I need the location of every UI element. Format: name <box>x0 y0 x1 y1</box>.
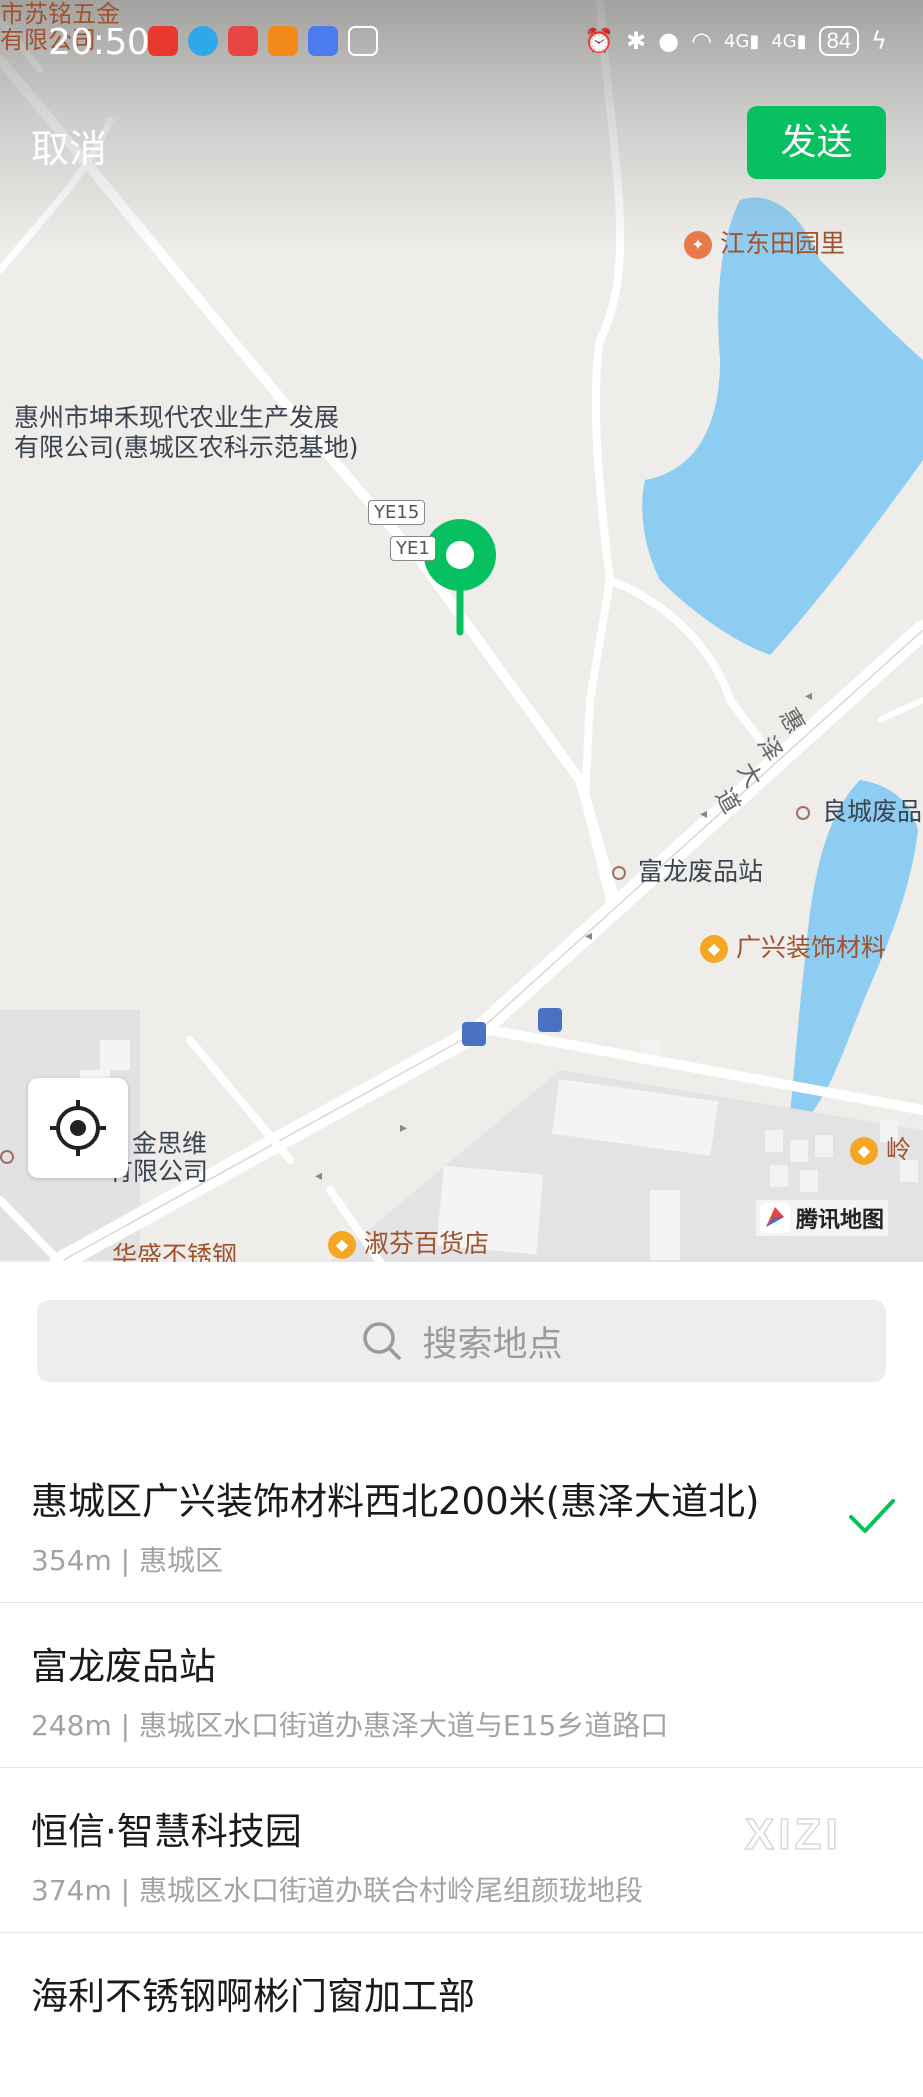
building-4 <box>650 1190 680 1260</box>
result-address: 惠城区水口街道办惠泽大道与E15乡道路口 <box>138 1709 669 1742</box>
map-provider-logo: 腾讯地图 <box>756 1200 889 1236</box>
search-input[interactable]: 搜索地点 <box>37 1300 886 1382</box>
wifi-icon: ◠ <box>691 27 713 55</box>
result-title: 富龙废品站 <box>31 1645 216 1688</box>
restaurant-icon: ✦ <box>684 231 712 259</box>
poi-dot-icon <box>0 1150 14 1164</box>
poi-label: 岭 <box>886 1135 912 1164</box>
redpacket-icon <box>228 26 258 56</box>
map-provider-label: 腾讯地图 <box>796 1208 885 1233</box>
poi-ling[interactable]: ◆ 岭 <box>850 1130 911 1166</box>
poi-jiangdong[interactable]: ✦ 江东田园里 <box>684 224 845 260</box>
dir-arrow: ◂ <box>805 688 812 704</box>
search-placeholder: 搜索地点 <box>422 1324 563 1365</box>
dir-arrow: ◂ <box>315 1168 322 1184</box>
poi-label: 富龙废品站 <box>638 857 764 886</box>
alarm-icon: ⏰ <box>584 27 615 55</box>
result-title: 海利不锈钢啊彬门窗加工部 <box>31 1975 475 2018</box>
dir-arrow: ▸ <box>400 1120 407 1136</box>
map-view[interactable]: ◂ ◂ ◂ ▸ ◂ 市苏铭五金 有限公司 ✦ 江东田园里 惠州市坤禾现代农业生产发… <box>0 0 923 1262</box>
dir-arrow: ◂ <box>700 806 707 822</box>
poi-label: 良城废品 <box>822 797 923 826</box>
result-subtitle: 354m | 惠城区 <box>31 1544 223 1577</box>
poi-shufen[interactable]: ◆ 淑芬百货店 <box>328 1224 489 1260</box>
bluetooth-icon: ✱ <box>626 27 647 55</box>
location-pin-icon <box>424 519 496 636</box>
video-icon <box>268 26 298 56</box>
shop-icon: ◆ <box>700 935 728 963</box>
result-address: 惠城区水口街道办联合村岭尾组颜珑地段 <box>138 1874 643 1907</box>
bus-stop-icon <box>462 1022 486 1046</box>
dir-arrow: ◂ <box>585 928 592 944</box>
poi-kunhe-line2[interactable]: 有限公司(惠城区农科示范基地) <box>14 428 359 464</box>
poi-label: 淑芬百货店 <box>364 1229 490 1258</box>
result-title: 恒信·智慧科技园 <box>31 1810 302 1853</box>
status-bar: 20:50 ⏰ ✱ ● ◠ 4G▮ 4G▮ 84 ϟ <box>0 0 923 90</box>
result-distance: 248m <box>31 1709 112 1742</box>
location-icon: ● <box>658 27 680 55</box>
battery-indicator: 84 <box>818 26 860 56</box>
signal-4g-icon: 4G▮ <box>771 30 807 52</box>
notification-icons <box>148 26 378 56</box>
shopping-cart-icon: ◆ <box>328 1231 356 1259</box>
result-distance: 374m <box>31 1874 112 1907</box>
road-label-ye15: YE1 <box>390 536 436 561</box>
result-subtitle: 248m | 惠城区水口街道办惠泽大道与E15乡道路口 <box>31 1709 669 1742</box>
poi-huasheng[interactable]: 华盛不锈钢 <box>112 1236 237 1262</box>
poi-label: 江东田园里 <box>720 229 846 258</box>
lake-north <box>642 197 923 655</box>
list-item[interactable]: 海利不锈钢啊彬门窗加工部 <box>0 1932 923 2097</box>
search-icon <box>363 1322 402 1360</box>
list-item[interactable]: 惠城区广兴装饰材料西北200米(惠泽大道北) 354m | 惠城区 <box>0 1437 923 1603</box>
result-address: 惠城区 <box>138 1544 223 1577</box>
crosshair-icon <box>50 1100 106 1156</box>
charging-icon: ϟ <box>871 27 887 55</box>
poi-guangxing[interactable]: ◆ 广兴装饰材料 <box>700 928 886 964</box>
bus-stop-icon <box>538 1008 562 1032</box>
status-time: 20:50 <box>48 22 150 63</box>
poi-dot-icon <box>796 806 810 820</box>
result-distance: 354m <box>31 1544 112 1577</box>
music-icon <box>308 26 338 56</box>
watermark: XIZI <box>744 1809 842 1860</box>
poi-dot-icon <box>612 866 626 880</box>
poi-fulong[interactable]: 富龙废品站 <box>612 852 763 888</box>
location-results-sheet: 搜索地点 惠城区广兴装饰材料西北200米(惠泽大道北) 354m | 惠城区 富… <box>0 1262 923 2018</box>
cancel-button[interactable]: 取消 <box>31 118 107 173</box>
poi-liangcheng[interactable]: 良城废品 <box>796 792 922 828</box>
browser-icon <box>188 26 218 56</box>
taobao-icon <box>148 26 178 56</box>
road-label-ye15: YE15 <box>368 500 426 525</box>
list-item[interactable]: 富龙废品站 248m | 惠城区水口街道办惠泽大道与E15乡道路口 <box>0 1602 923 1768</box>
locate-me-button[interactable] <box>28 1078 128 1178</box>
compass-icon <box>760 1203 790 1233</box>
result-subtitle: 374m | 惠城区水口街道办联合村岭尾组颜珑地段 <box>31 1874 643 1907</box>
poi-label: 广兴装饰材料 <box>736 933 887 962</box>
signal-4g-icon: 4G▮ <box>724 30 760 52</box>
nfc-icon <box>348 26 378 56</box>
system-icons: ⏰ ✱ ● ◠ 4G▮ 4G▮ 84 ϟ <box>584 26 887 56</box>
checkmark-icon <box>849 1499 895 1533</box>
result-title: 惠城区广兴装饰材料西北200米(惠泽大道北) <box>31 1480 760 1523</box>
send-button[interactable]: 发送 <box>747 106 886 179</box>
shopping-cart-icon: ◆ <box>850 1137 878 1165</box>
